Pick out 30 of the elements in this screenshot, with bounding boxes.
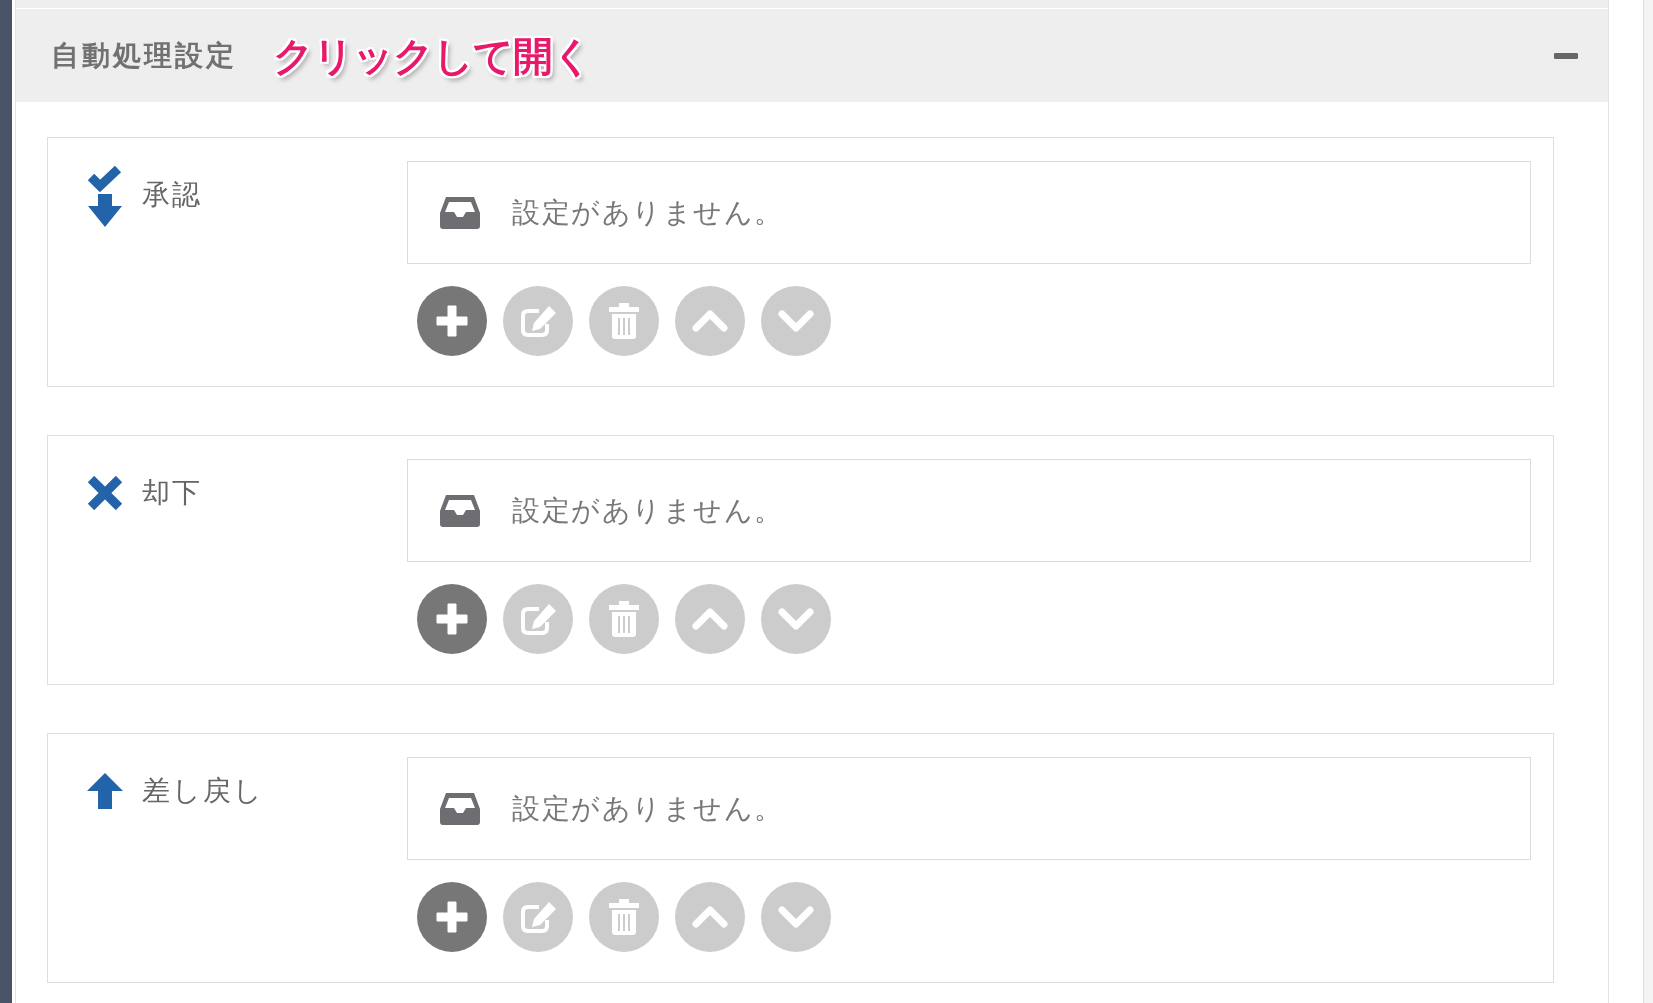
chevron-down-icon [778,310,814,332]
minus-icon [1554,52,1578,59]
panel-title: 自動処理設定 [51,37,237,74]
empty-message: 設定がありません。 [512,492,784,529]
edit-icon [519,304,557,338]
plus-icon [436,603,468,635]
chevron-up-icon [692,310,728,332]
inbox-icon [440,494,480,527]
trash-icon [609,601,639,637]
check-arrow-down-icon [87,163,123,227]
empty-message: 設定がありません。 [512,790,784,827]
chevron-up-icon [692,906,728,928]
section-label: 却下 [142,475,202,511]
section-label: 差し戻し [142,773,264,809]
callout-text: クリックして開く [273,31,592,80]
trash-icon [609,303,639,339]
cross-icon [87,476,123,510]
section-label: 承認 [142,177,202,213]
chevron-up-icon [692,608,728,630]
trash-icon [609,899,639,935]
chevron-down-icon [778,906,814,928]
empty-message: 設定がありません。 [512,194,784,231]
plus-icon [436,901,468,933]
chevron-down-icon [778,608,814,630]
edit-icon [519,900,557,934]
plus-icon [436,305,468,337]
inbox-icon [440,792,480,825]
inbox-icon [440,196,480,229]
arrow-up-icon [87,773,123,809]
edit-icon [519,602,557,636]
